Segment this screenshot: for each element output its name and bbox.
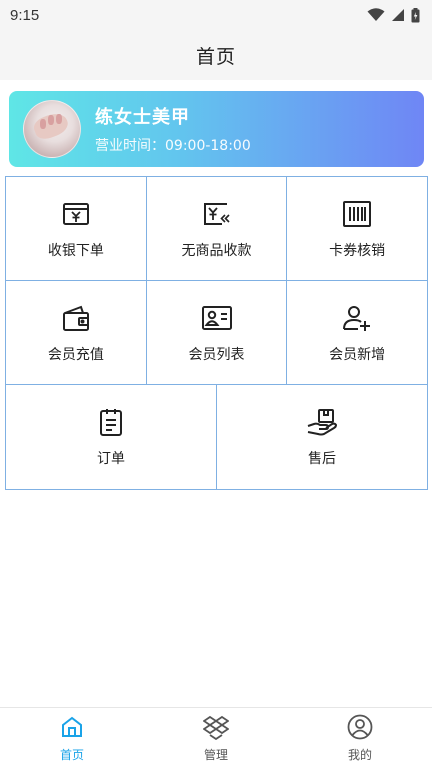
grid-item-member-recharge[interactable]: 会员充值	[6, 281, 147, 384]
nav-label: 我的	[347, 747, 372, 762]
grid-row: 订单 售后	[6, 385, 427, 489]
grid-item-label: 卡券核销	[329, 242, 386, 259]
wifi-icon	[367, 8, 385, 21]
store-avatar	[23, 100, 81, 158]
nav-item-home[interactable]: 首页	[0, 708, 144, 768]
status-icons	[367, 7, 420, 23]
clipboard-icon	[95, 406, 127, 438]
grid-row: 收银下单 无商品收款 卡券核销	[6, 177, 427, 281]
store-name: 练女士美甲	[95, 107, 190, 128]
avatar-nail	[56, 114, 62, 124]
battery-icon	[411, 7, 420, 22]
signal-icon	[392, 9, 404, 21]
home-icon	[59, 714, 85, 740]
store-hours: 营业时间：09:00-18:00	[95, 138, 251, 154]
nav-item-mine[interactable]: 我的	[288, 708, 432, 768]
grid-item-member-add[interactable]: 会员新增	[287, 281, 427, 384]
yen-register-icon	[60, 198, 92, 230]
add-user-icon	[341, 302, 373, 334]
store-card[interactable]: 练女士美甲 营业时间：09:00-18:00	[9, 91, 424, 167]
nav-label: 管理	[203, 747, 228, 762]
grid-item-label: 收银下单	[47, 242, 104, 259]
nav-item-manage[interactable]: 管理	[144, 708, 288, 768]
id-card-icon	[201, 302, 233, 334]
grid-item-label: 售后	[308, 451, 336, 467]
avatar-nail	[40, 119, 46, 129]
yen-receive-icon	[201, 198, 233, 230]
hand-box-icon	[306, 406, 338, 438]
grid-item-coupon-verify[interactable]: 卡券核销	[287, 177, 427, 280]
grid-item-member-list[interactable]: 会员列表	[147, 281, 288, 384]
grid-item-label: 订单	[97, 451, 125, 467]
status-bar: 9:15	[0, 0, 432, 30]
grid-item-label: 无商品收款	[181, 242, 252, 259]
grid-item-after-sales[interactable]: 售后	[217, 385, 427, 489]
barcode-icon	[341, 198, 373, 230]
grid-item-quick-receive[interactable]: 无商品收款	[147, 177, 288, 280]
wallet-icon	[60, 302, 92, 334]
grid-item-orders[interactable]: 订单	[6, 385, 217, 489]
grid-item-label: 会员新增	[329, 346, 386, 363]
grid-row: 会员充值 会员列表 会员新增	[6, 281, 427, 385]
store-info: 练女士美甲 营业时间：09:00-18:00	[95, 103, 251, 155]
grid-item-checkout[interactable]: 收银下单	[6, 177, 147, 280]
status-time: 9:15	[10, 6, 40, 24]
grid-item-label: 会员充值	[47, 346, 104, 363]
avatar-nail	[48, 115, 54, 125]
nav-label: 首页	[59, 747, 84, 762]
page-title: 首页	[195, 45, 236, 68]
bottom-nav: 首页 管理 我的	[0, 707, 432, 768]
title-bar: 首页	[0, 30, 432, 80]
grid-item-label: 会员列表	[188, 346, 245, 363]
function-grid: 收银下单 无商品收款 卡券核销 会员充值 会员列表 会员新增 订单 售后	[5, 176, 428, 490]
dropbox-icon	[203, 714, 229, 740]
user-circle-icon	[347, 714, 373, 740]
